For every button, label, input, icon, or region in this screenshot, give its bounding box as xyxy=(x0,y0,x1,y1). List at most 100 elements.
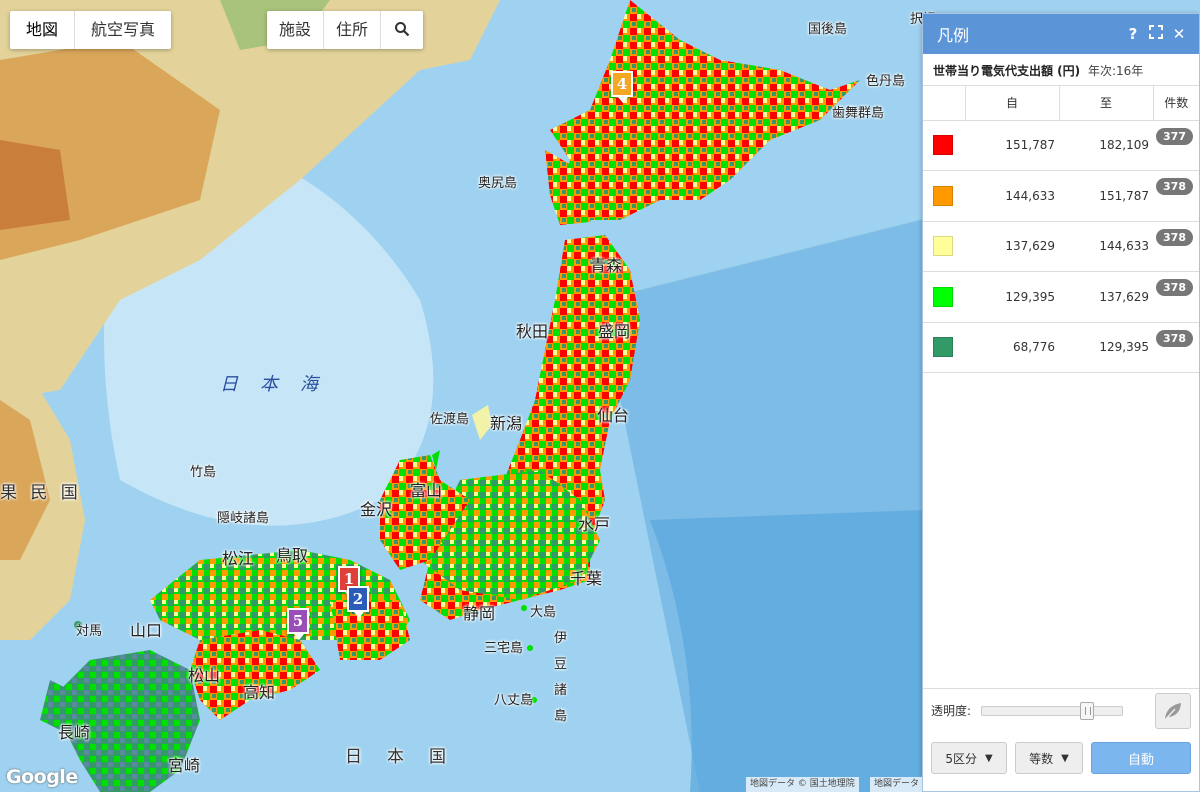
place-label: 奥尻島 xyxy=(478,176,518,191)
place-label: 三宅島 xyxy=(484,641,524,656)
legend-to-value: 137,629 xyxy=(1059,271,1153,323)
place-label: 山口 xyxy=(130,621,163,640)
opacity-row: 透明度: xyxy=(923,688,1199,732)
legend-to-value: 151,787 xyxy=(1059,170,1153,222)
count-badge: 378 xyxy=(1156,178,1193,196)
place-label: 水戸 xyxy=(578,515,611,534)
place-label: 伊豆諸島 xyxy=(554,631,568,724)
count-badge: 378 xyxy=(1156,329,1193,347)
facility-search-button[interactable]: 施設 xyxy=(267,11,325,49)
leaf-button[interactable] xyxy=(1155,693,1191,729)
color-swatch[interactable] xyxy=(933,236,953,257)
opacity-slider[interactable] xyxy=(981,701,1124,720)
legend-indicator-name: 世帯当り電気代支出額 (円) xyxy=(933,64,1081,78)
legend-table: 自 至 件数 151,787 182,109 377 144,633 151,787 37… xyxy=(923,86,1199,373)
color-swatch[interactable] xyxy=(933,185,953,206)
map-type-control: 地図 航空写真 xyxy=(10,11,172,49)
place-label: 国後島 xyxy=(808,22,848,37)
place-label: 長崎 xyxy=(58,723,91,742)
color-swatch[interactable] xyxy=(933,135,953,156)
place-label: 鳥取 xyxy=(276,546,309,565)
place-label: 対馬 xyxy=(76,624,103,639)
place-label: 竹島 xyxy=(190,465,217,480)
legend-from-value: 68,776 xyxy=(965,322,1059,373)
legend-subtitle: 世帯当り電気代支出額 (円) 年次:16年 xyxy=(923,54,1199,86)
place-label: 仙台 xyxy=(597,406,630,425)
opacity-slider-thumb[interactable] xyxy=(1080,701,1095,720)
count-badge: 378 xyxy=(1156,228,1193,246)
color-swatch[interactable] xyxy=(933,286,953,307)
legend-to-value: 144,633 xyxy=(1059,221,1153,272)
legend-row: 129,395 137,629 378 xyxy=(923,271,1199,323)
legend-count-cell: 378 xyxy=(1153,221,1199,272)
place-label: 秋田 xyxy=(516,322,549,341)
fullscreen-icon[interactable] xyxy=(1146,25,1166,43)
magnifier-icon xyxy=(395,22,410,37)
marker-4[interactable]: 4 xyxy=(611,71,633,103)
legend-swatch-cell xyxy=(923,221,965,272)
legend-row: 137,629 144,633 378 xyxy=(923,221,1199,272)
legend-to-value: 182,109 xyxy=(1059,120,1153,171)
legend-row: 151,787 182,109 377 xyxy=(923,120,1199,171)
count-badge: 378 xyxy=(1156,279,1193,297)
place-label: 大島 xyxy=(530,605,557,620)
legend-panel: 凡例 ? ✕ 世帯当り電気代支出額 (円) 年次:16年 自 至 件数 151,… xyxy=(922,13,1200,792)
place-label: 盛岡 xyxy=(598,322,631,341)
attribution-google[interactable]: 地図データ ©2020 Google, SK telecom xyxy=(870,777,922,792)
legend-header: 凡例 ? ✕ xyxy=(923,14,1199,54)
legend-to-value: 129,395 xyxy=(1059,322,1153,373)
place-label: 隠岐諸島 xyxy=(217,511,270,526)
satellite-button[interactable]: 航空写真 xyxy=(75,11,171,49)
place-label: 金沢 xyxy=(360,500,393,519)
legend-swatch-cell xyxy=(923,271,965,323)
legend-swatch-cell xyxy=(923,120,965,171)
close-icon[interactable]: ✕ xyxy=(1169,25,1189,43)
japan-label: 日 本 国 xyxy=(345,747,450,767)
chevron-down-icon: ▼ xyxy=(984,752,993,764)
place-label: 八丈島 xyxy=(494,693,534,708)
classes-dropdown-label: 5区分 xyxy=(945,751,977,766)
marker-2[interactable]: 2 xyxy=(347,586,369,618)
legend-from-value: 144,633 xyxy=(965,170,1059,222)
method-dropdown[interactable]: 等数 ▼ xyxy=(1015,742,1083,774)
place-label: 新潟 xyxy=(490,414,523,433)
legend-count-cell: 378 xyxy=(1153,322,1199,373)
auto-button[interactable]: 自動 xyxy=(1091,742,1191,774)
legend-swatch-cell xyxy=(923,322,965,373)
korea-label: 果 民 国 xyxy=(0,483,82,503)
legend-row: 68,776 129,395 378 xyxy=(923,322,1199,373)
google-logo: Google xyxy=(6,766,78,788)
map-button[interactable]: 地図 xyxy=(10,11,76,49)
place-label: 色丹島 xyxy=(866,74,906,89)
count-badge: 377 xyxy=(1156,127,1193,145)
place-label: 松山 xyxy=(188,666,221,685)
legend-controls: 5区分 ▼ 等数 ▼ 自動 xyxy=(923,742,1199,774)
place-label: 松江 xyxy=(222,549,255,568)
legend-count-cell: 378 xyxy=(1153,271,1199,323)
place-label: 歯舞群島 xyxy=(832,106,885,121)
color-swatch[interactable] xyxy=(933,337,953,358)
legend-swatch-cell xyxy=(923,170,965,222)
help-icon[interactable]: ? xyxy=(1123,25,1143,43)
place-label: 宮崎 xyxy=(168,756,201,775)
legend-count-cell: 378 xyxy=(1153,170,1199,222)
classes-dropdown[interactable]: 5区分 ▼ xyxy=(931,742,1007,774)
from-column-header: 自 xyxy=(964,86,1059,121)
search-button[interactable] xyxy=(381,11,423,49)
place-label: 佐渡島 xyxy=(430,412,470,427)
swatch-column-header xyxy=(923,86,965,121)
sea-of-japan-label: 日 本 海 xyxy=(220,374,320,395)
place-label: 青森 xyxy=(590,256,623,275)
chevron-down-icon: ▼ xyxy=(1061,752,1069,764)
attribution-gsi[interactable]: 地図データ © 国土地理院 xyxy=(746,777,859,792)
legend-from-value: 129,395 xyxy=(965,271,1059,323)
marker-5[interactable]: 5 xyxy=(287,608,309,640)
count-column-header: 件数 xyxy=(1152,86,1199,121)
place-label: 富山 xyxy=(410,481,443,500)
legend-from-value: 151,787 xyxy=(965,120,1059,171)
legend-row: 144,633 151,787 378 xyxy=(923,170,1199,222)
leaf-icon xyxy=(1164,703,1181,721)
legend-from-value: 137,629 xyxy=(965,221,1059,272)
address-search-button[interactable]: 住所 xyxy=(324,11,382,49)
fullscreen-glyph xyxy=(1149,25,1163,39)
